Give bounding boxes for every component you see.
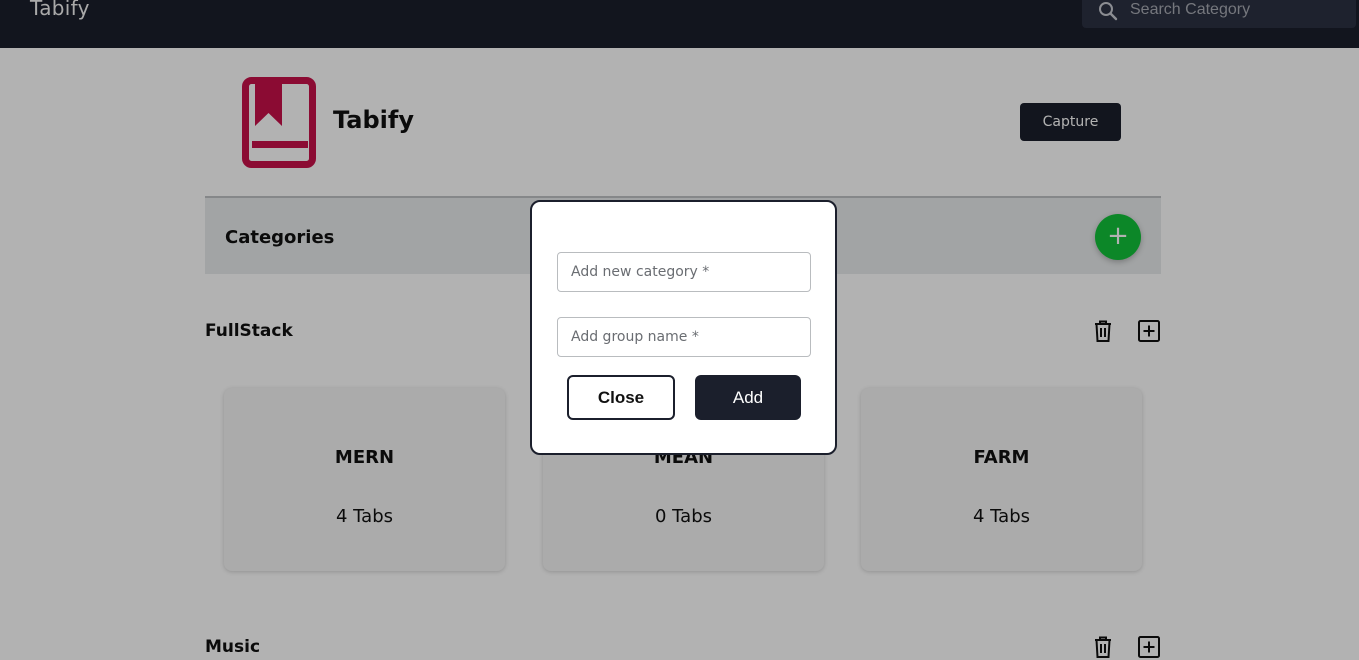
new-category-input[interactable] [557, 252, 811, 292]
add-button[interactable]: Add [695, 375, 801, 420]
group-name-input[interactable] [557, 317, 811, 357]
add-category-dialog: Close Add [530, 200, 837, 455]
close-button[interactable]: Close [567, 375, 675, 420]
